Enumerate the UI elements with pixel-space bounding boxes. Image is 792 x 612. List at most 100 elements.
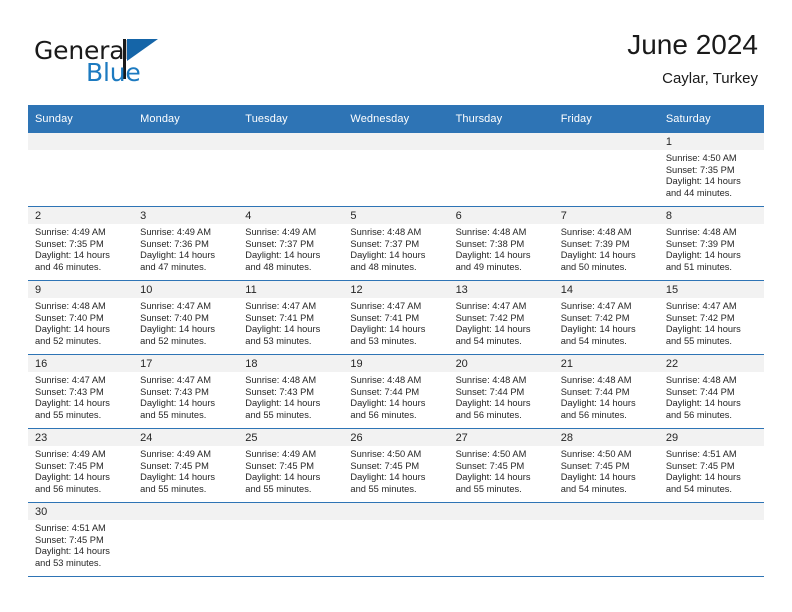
sunset-time: Sunset: 7:43 PM <box>245 386 315 397</box>
sunset-time: Sunset: 7:41 PM <box>350 312 420 323</box>
calendar-day-cell[interactable]: 27 Sunrise: 4:50 AM Sunset: 7:45 PM Dayligh… <box>448 428 554 503</box>
day-details: Sunrise: 4:48 AM Sunset: 7:44 PM Daylight:… <box>449 372 554 421</box>
calendar-day-cell[interactable]: 22 Sunrise: 4:48 AM Sunset: 7:44 PM Dayligh… <box>658 354 764 429</box>
sunset-time: Sunset: 7:37 PM <box>350 238 420 249</box>
daylight-duration-line2: and 48 minutes. <box>245 261 312 272</box>
day-details: Sunrise: 4:48 AM Sunset: 7:39 PM Daylight:… <box>554 224 659 273</box>
calendar-day-cell[interactable]: 6 Sunrise: 4:48 AM Sunset: 7:38 PM Daylight… <box>448 206 554 281</box>
daylight-duration-line2: and 46 minutes. <box>35 261 102 272</box>
calendar-day-cell[interactable]: 20 Sunrise: 4:48 AM Sunset: 7:44 PM Dayligh… <box>448 354 554 429</box>
daylight-duration-line1: Daylight: 14 hours <box>140 324 216 335</box>
calendar-day-cell[interactable]: 15 Sunrise: 4:47 AM Sunset: 7:42 PM Dayligh… <box>658 280 764 355</box>
sunset-time: Sunset: 7:39 PM <box>560 238 630 249</box>
sunset-time: Sunset: 7:40 PM <box>35 312 104 323</box>
day-number: 29 <box>658 429 764 446</box>
calendar-day-cell-empty <box>343 133 449 207</box>
weekday-header-monday: Monday <box>133 105 239 133</box>
calendar-day-cell[interactable]: 5 Sunrise: 4:48 AM Sunset: 7:37 PM Daylight… <box>343 206 449 281</box>
sunrise-time: Sunrise: 4:47 AM <box>245 301 317 311</box>
calendar-day-cell[interactable]: 14 Sunrise: 4:47 AM Sunset: 7:42 PM Dayligh… <box>553 280 659 355</box>
calendar-day-cell[interactable]: 16 Sunrise: 4:47 AM Sunset: 7:43 PM Dayligh… <box>28 354 134 429</box>
calendar-day-cell[interactable]: 12 Sunrise: 4:47 AM Sunset: 7:41 PM Dayligh… <box>343 280 449 355</box>
calendar-day-cell[interactable]: 4 Sunrise: 4:49 AM Sunset: 7:37 PM Daylight… <box>238 206 344 281</box>
calendar-week-row: 1 Sunrise: 4:50 AM Sunset: 7:35 PM Daylight… <box>28 133 764 207</box>
sunrise-time: Sunrise: 4:48 AM <box>455 227 527 237</box>
calendar-week-row: 23 Sunrise: 4:49 AM Sunset: 7:45 PM Dayligh… <box>28 428 764 503</box>
day-details: Sunrise: 4:51 AM Sunset: 7:45 PM Daylight:… <box>28 520 133 569</box>
daylight-duration-line2: and 50 minutes. <box>560 261 627 272</box>
day-number <box>28 133 134 150</box>
calendar-day-cell[interactable]: 28 Sunrise: 4:50 AM Sunset: 7:45 PM Dayligh… <box>553 428 659 503</box>
weekday-header-row: Sunday Monday Tuesday Wednesday Thursday… <box>28 105 764 133</box>
calendar-day-cell[interactable]: 9 Sunrise: 4:48 AM Sunset: 7:40 PM Daylight… <box>28 280 134 355</box>
daylight-duration-line2: and 44 minutes. <box>665 187 732 198</box>
day-details: Sunrise: 4:50 AM Sunset: 7:45 PM Daylight:… <box>449 446 554 495</box>
daylight-duration-line2: and 54 minutes. <box>560 483 627 494</box>
calendar-day-cell[interactable]: 10 Sunrise: 4:47 AM Sunset: 7:40 PM Dayligh… <box>133 280 239 355</box>
calendar-day-cell[interactable]: 11 Sunrise: 4:47 AM Sunset: 7:41 PM Dayligh… <box>238 280 344 355</box>
day-details: Sunrise: 4:49 AM Sunset: 7:45 PM Daylight:… <box>28 446 133 495</box>
calendar-day-cell[interactable]: 1 Sunrise: 4:50 AM Sunset: 7:35 PM Daylight… <box>658 133 764 207</box>
day-number <box>343 503 449 520</box>
day-details: Sunrise: 4:50 AM Sunset: 7:35 PM Daylight:… <box>659 150 764 199</box>
sunrise-time: Sunrise: 4:51 AM <box>35 523 106 533</box>
daylight-duration-line1: Daylight: 14 hours <box>350 250 426 261</box>
daylight-duration-line1: Daylight: 14 hours <box>560 472 636 483</box>
day-number <box>553 503 659 520</box>
calendar-day-cell[interactable]: 8 Sunrise: 4:48 AM Sunset: 7:39 PM Daylight… <box>658 206 764 281</box>
calendar-day-cell[interactable]: 26 Sunrise: 4:50 AM Sunset: 7:45 PM Dayligh… <box>343 428 449 503</box>
day-number: 17 <box>133 355 239 372</box>
calendar-day-cell[interactable]: 30 Sunrise: 4:51 AM Sunset: 7:45 PM Dayligh… <box>28 502 134 577</box>
day-details: Sunrise: 4:47 AM Sunset: 7:41 PM Daylight:… <box>343 298 448 347</box>
day-details: Sunrise: 4:51 AM Sunset: 7:45 PM Daylight:… <box>659 446 764 495</box>
daylight-duration-line1: Daylight: 14 hours <box>455 250 531 261</box>
calendar-day-cell[interactable]: 23 Sunrise: 4:49 AM Sunset: 7:45 PM Dayligh… <box>28 428 134 503</box>
sunset-time: Sunset: 7:43 PM <box>35 386 104 397</box>
sunset-time: Sunset: 7:38 PM <box>455 238 525 249</box>
day-details: Sunrise: 4:48 AM Sunset: 7:39 PM Daylight:… <box>659 224 764 273</box>
sunrise-time: Sunrise: 4:50 AM <box>455 449 527 459</box>
day-number: 2 <box>28 207 134 224</box>
sunset-time: Sunset: 7:44 PM <box>455 386 525 397</box>
calendar-day-cell[interactable]: 19 Sunrise: 4:48 AM Sunset: 7:44 PM Dayligh… <box>343 354 449 429</box>
calendar-day-cell[interactable]: 18 Sunrise: 4:48 AM Sunset: 7:43 PM Dayligh… <box>238 354 344 429</box>
daylight-duration-line1: Daylight: 14 hours <box>245 250 321 261</box>
daylight-duration-line2: and 55 minutes. <box>245 483 312 494</box>
sunrise-time: Sunrise: 4:47 AM <box>35 375 106 385</box>
daylight-duration-line1: Daylight: 14 hours <box>140 250 216 261</box>
day-number: 6 <box>448 207 554 224</box>
day-details: Sunrise: 4:50 AM Sunset: 7:45 PM Daylight:… <box>343 446 448 495</box>
daylight-duration-line1: Daylight: 14 hours <box>245 324 321 335</box>
day-details: Sunrise: 4:49 AM Sunset: 7:45 PM Daylight:… <box>238 446 343 495</box>
daylight-duration-line2: and 56 minutes. <box>665 409 732 420</box>
brand-logo[interactable]: General Blue <box>34 36 274 90</box>
calendar-day-cell[interactable]: 25 Sunrise: 4:49 AM Sunset: 7:45 PM Dayligh… <box>238 428 344 503</box>
daylight-duration-line1: Daylight: 14 hours <box>35 546 110 557</box>
calendar-day-cell[interactable]: 24 Sunrise: 4:49 AM Sunset: 7:45 PM Dayligh… <box>133 428 239 503</box>
day-number: 20 <box>448 355 554 372</box>
sunset-time: Sunset: 7:37 PM <box>245 238 315 249</box>
calendar-day-cell[interactable]: 13 Sunrise: 4:47 AM Sunset: 7:42 PM Dayligh… <box>448 280 554 355</box>
sunrise-time: Sunrise: 4:50 AM <box>665 153 737 163</box>
sunrise-time: Sunrise: 4:47 AM <box>665 301 737 311</box>
calendar-day-cell[interactable]: 21 Sunrise: 4:48 AM Sunset: 7:44 PM Dayligh… <box>553 354 659 429</box>
weekday-header-thursday: Thursday <box>448 105 554 133</box>
daylight-duration-line2: and 55 minutes. <box>140 483 207 494</box>
day-details: Sunrise: 4:47 AM Sunset: 7:43 PM Daylight:… <box>133 372 238 421</box>
day-details: Sunrise: 4:47 AM Sunset: 7:42 PM Daylight:… <box>659 298 764 347</box>
daylight-duration-line2: and 52 minutes. <box>140 335 207 346</box>
sunrise-time: Sunrise: 4:47 AM <box>350 301 422 311</box>
sunrise-time: Sunrise: 4:49 AM <box>140 227 211 237</box>
sunset-time: Sunset: 7:36 PM <box>140 238 209 249</box>
calendar-day-cell[interactable]: 17 Sunrise: 4:47 AM Sunset: 7:43 PM Dayligh… <box>133 354 239 429</box>
daylight-duration-line1: Daylight: 14 hours <box>665 398 741 409</box>
calendar-day-cell[interactable]: 2 Sunrise: 4:49 AM Sunset: 7:35 PM Daylight… <box>28 206 134 281</box>
calendar-day-cell[interactable]: 3 Sunrise: 4:49 AM Sunset: 7:36 PM Daylight… <box>133 206 239 281</box>
sunset-time: Sunset: 7:42 PM <box>560 312 630 323</box>
day-number <box>238 133 344 150</box>
daylight-duration-line2: and 54 minutes. <box>665 483 732 494</box>
calendar-day-cell[interactable]: 29 Sunrise: 4:51 AM Sunset: 7:45 PM Dayligh… <box>658 428 764 503</box>
calendar-day-cell[interactable]: 7 Sunrise: 4:48 AM Sunset: 7:39 PM Daylight… <box>553 206 659 281</box>
sunset-time: Sunset: 7:43 PM <box>140 386 209 397</box>
calendar-day-cell-empty <box>28 133 134 207</box>
